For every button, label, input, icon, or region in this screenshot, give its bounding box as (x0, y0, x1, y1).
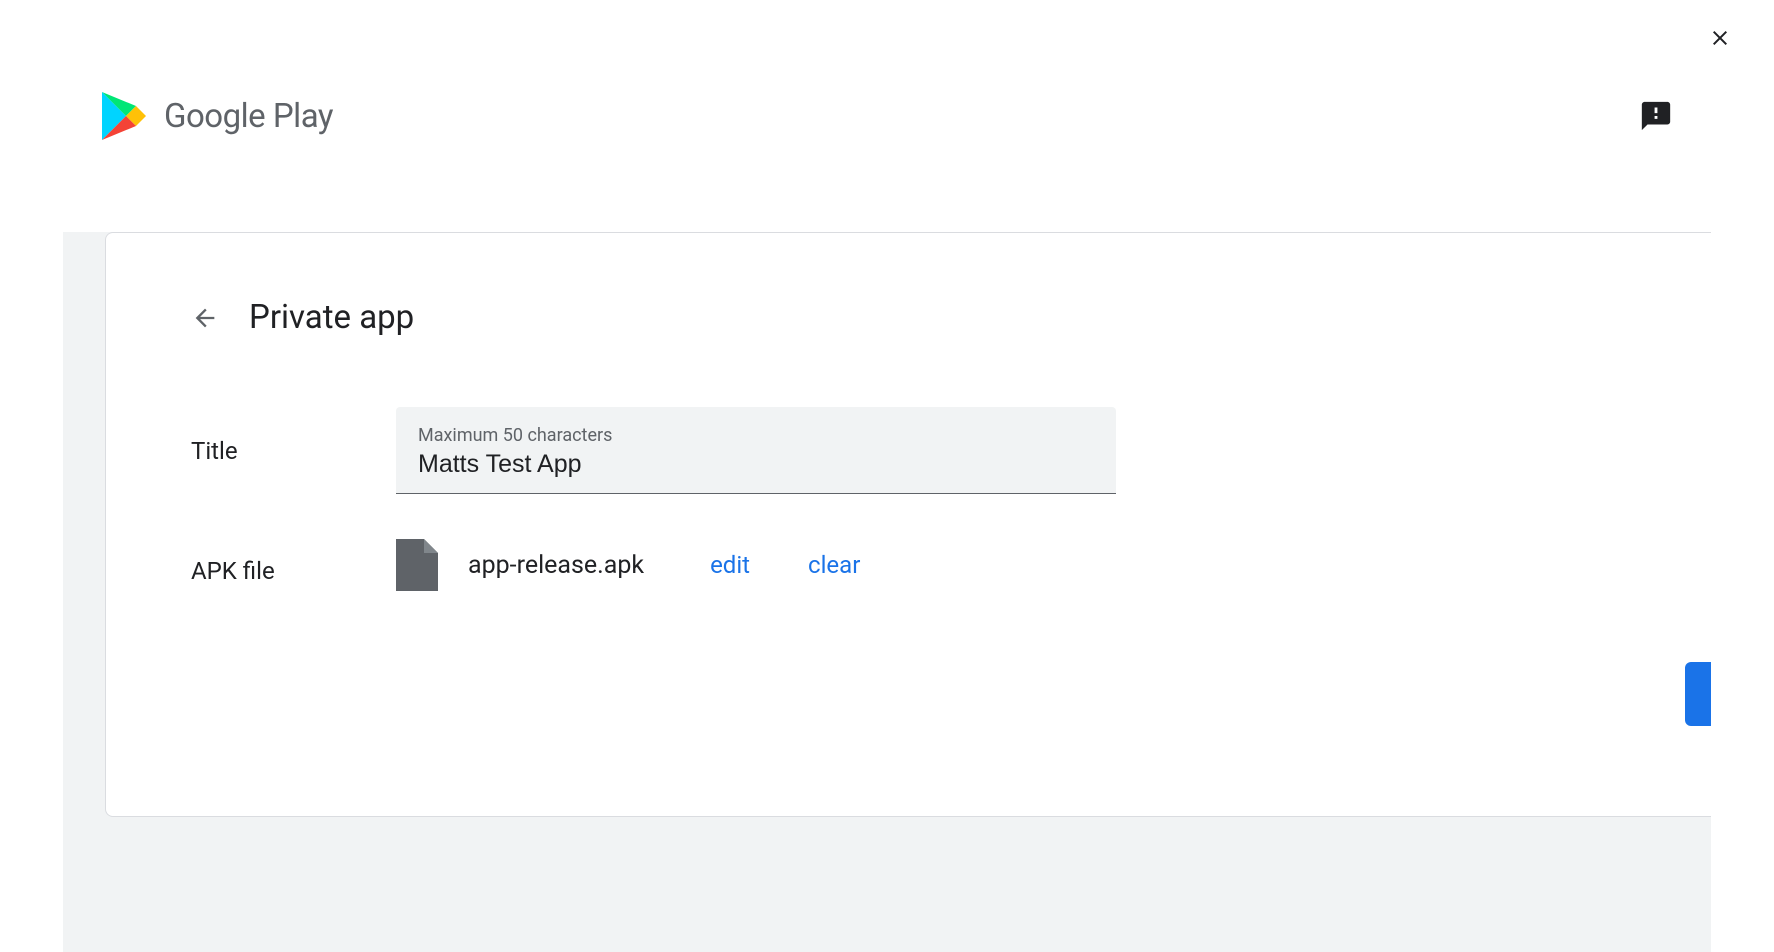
back-button[interactable] (191, 304, 219, 332)
close-button[interactable] (1706, 24, 1734, 52)
feedback-icon (1639, 99, 1673, 133)
edit-apk-button[interactable]: edit (710, 551, 750, 579)
page-title: Private app (249, 298, 414, 337)
logo-text: Google Play (164, 97, 333, 136)
title-field-row: Title Maximum 50 characters (106, 407, 1711, 494)
clear-apk-button[interactable]: clear (808, 551, 860, 579)
logo[interactable]: Google Play (100, 90, 333, 142)
floating-action-button[interactable] (1685, 662, 1711, 726)
title-input[interactable] (418, 450, 1094, 479)
apk-field-row: APK file app-release.apk edit clear (106, 539, 1711, 591)
google-play-icon (100, 90, 148, 142)
file-icon (396, 539, 438, 591)
apk-label: APK file (191, 539, 396, 585)
title-helper-text: Maximum 50 characters (418, 425, 1094, 446)
title-label: Title (191, 407, 396, 465)
arrow-left-icon (191, 304, 219, 332)
apk-file-display: app-release.apk edit clear (396, 539, 860, 591)
content-area: Private app Title Maximum 50 characters … (63, 232, 1711, 952)
close-icon (1708, 26, 1732, 50)
title-input-wrapper[interactable]: Maximum 50 characters (396, 407, 1116, 494)
feedback-button[interactable] (1638, 98, 1674, 134)
page-title-row: Private app (106, 298, 1711, 337)
apk-filename: app-release.apk (468, 551, 644, 580)
header: Google Play (0, 0, 1774, 192)
form-card: Private app Title Maximum 50 characters … (105, 232, 1711, 817)
